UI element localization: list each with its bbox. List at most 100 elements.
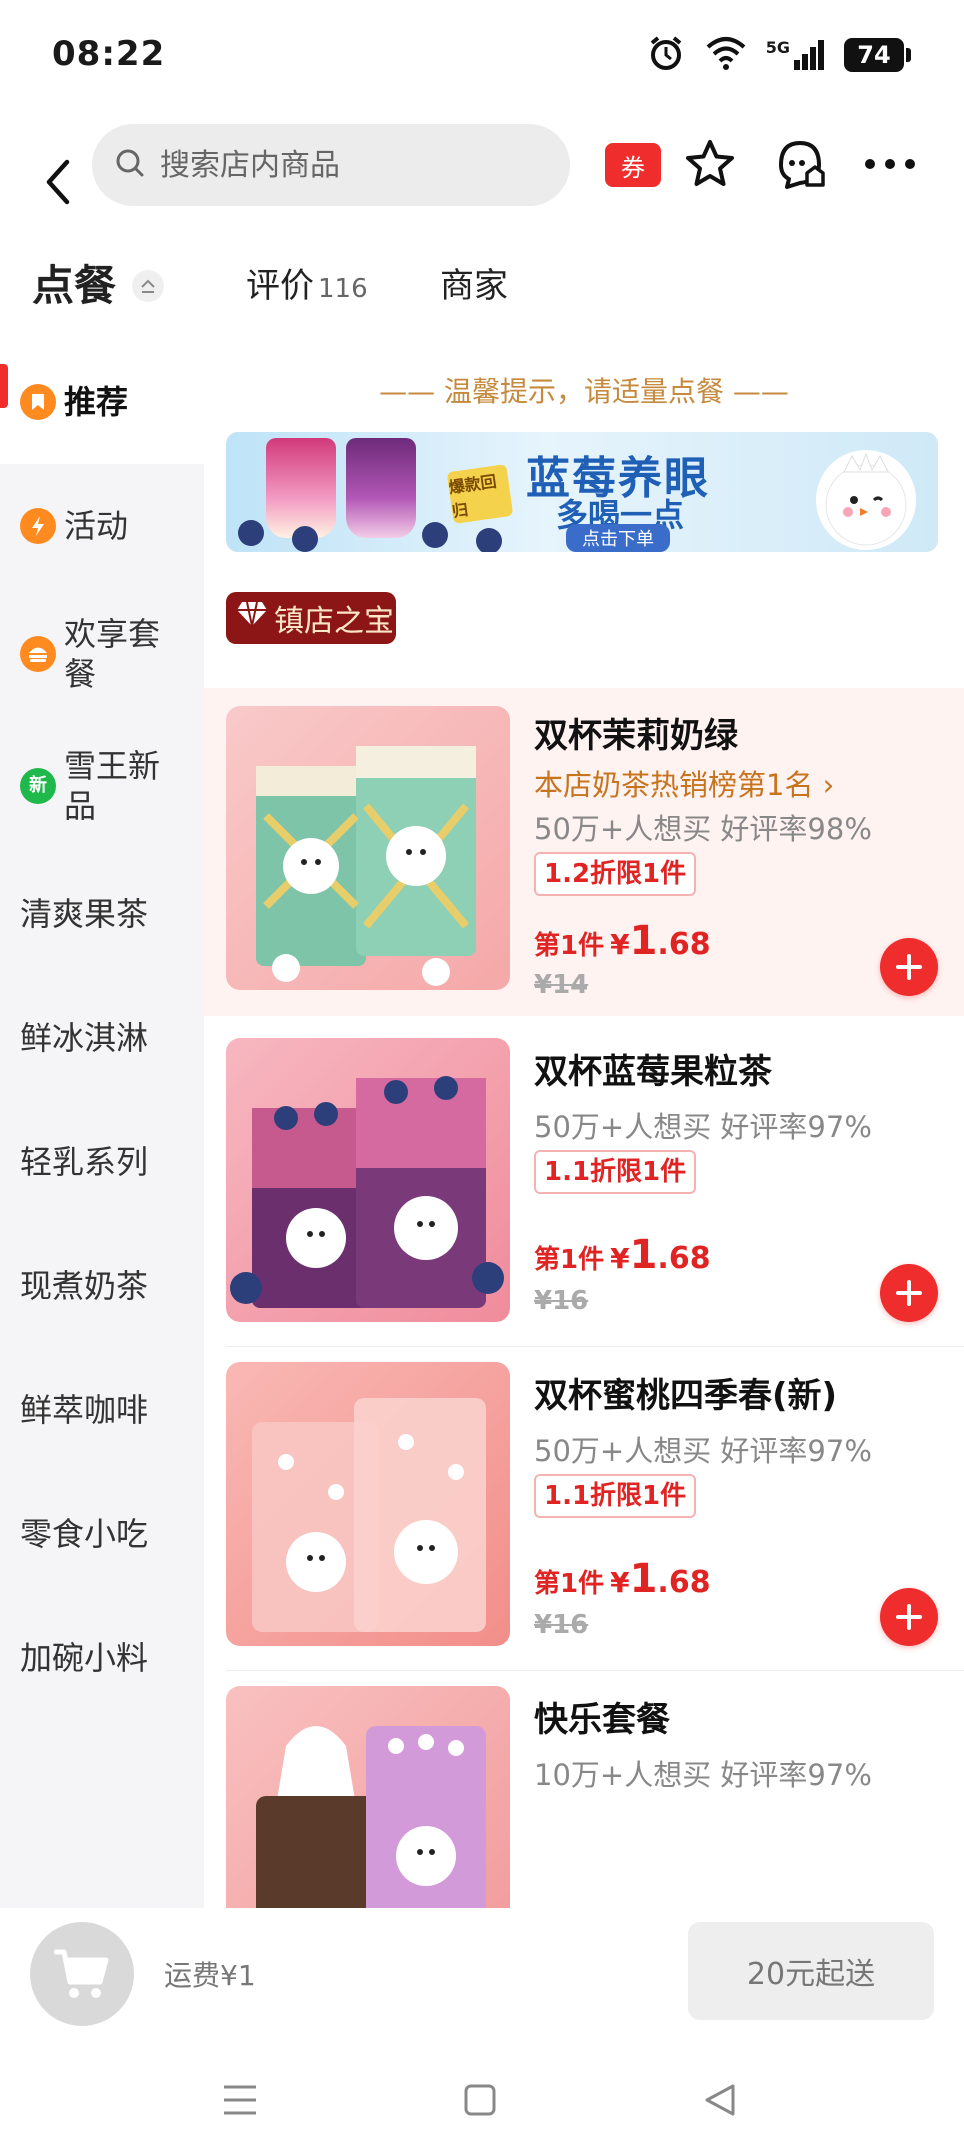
product-image[interactable]	[226, 706, 510, 990]
price-integer: 1	[629, 1556, 658, 1602]
blueberry-decoration	[476, 528, 502, 552]
product-stats: 50万+人想买 好评率98%	[534, 812, 872, 846]
price-prefix: 第1件	[534, 1569, 605, 1599]
search-bar[interactable]	[92, 124, 570, 206]
more-dots-icon	[865, 159, 915, 169]
add-to-cart-button[interactable]	[880, 1264, 938, 1322]
discount-badge: 1.1折限1件	[534, 1474, 697, 1518]
home-button[interactable]	[450, 2070, 510, 2130]
star-icon	[686, 140, 734, 186]
tab-merchant[interactable]: 商家	[440, 258, 508, 307]
product-price: 第1件 ¥ 1 .68	[534, 1556, 711, 1602]
menu-button[interactable]	[210, 2070, 270, 2130]
product-price: 第1件 ¥ 1 .68	[534, 1232, 711, 1278]
product-card[interactable]: 双杯蓝莓果粒茶 50万+人想买 好评率97% 1.1折限1件 第1件 ¥ 1 .…	[204, 1028, 964, 1348]
status-icons: 5G 74	[646, 30, 911, 80]
sidebar-item-snacks[interactable]: 零食小吃	[0, 1472, 204, 1596]
price-currency: ¥	[610, 1566, 630, 1599]
blueberry-decoration	[292, 526, 318, 552]
blueberry-decoration	[422, 522, 448, 548]
sidebar-item-label: 雪王新品	[64, 747, 161, 825]
product-stats: 10万+人想买 好评率97%	[534, 1758, 872, 1792]
battery-icon: 74	[844, 38, 911, 72]
product-card[interactable]: 双杯茉莉奶绿 本店奶茶热销榜第1名 › 50万+人想买 好评率98% 1.2折限…	[204, 688, 964, 1016]
chevron-left-icon	[46, 159, 70, 205]
sidebar-item-combo[interactable]: 欢享套餐	[0, 588, 204, 720]
tab-reviews[interactable]: 评价 116	[246, 258, 368, 307]
burger-icon	[20, 636, 56, 672]
system-back-button[interactable]	[690, 2070, 750, 2130]
sidebar-item-label: 活动	[64, 507, 129, 545]
new-badge-icon: 新	[20, 768, 56, 804]
status-time: 08:22	[52, 34, 166, 74]
banner-cup-image	[346, 438, 416, 538]
search-input[interactable]	[160, 147, 520, 183]
sidebar-item-coffee[interactable]: 鲜萃咖啡	[0, 1348, 204, 1472]
divider	[226, 1670, 964, 1671]
top-nav: 券	[0, 120, 964, 246]
price-currency: ¥	[610, 1242, 630, 1275]
discount-badge: 1.1折限1件	[534, 1150, 697, 1194]
plus-icon	[896, 954, 922, 980]
promo-banner[interactable]: 爆款回归 蓝莓养眼 多喝一点 点击下单	[226, 432, 938, 552]
cart-bar: 运费¥1 20元起送	[0, 1908, 964, 2038]
signal-5g-icon: 5G	[766, 38, 826, 72]
collapse-button[interactable]	[132, 270, 164, 302]
square-icon	[464, 2084, 496, 2116]
customer-service-button[interactable]	[770, 134, 830, 194]
sidebar-item-milk-tea[interactable]: 现煮奶茶	[0, 1224, 204, 1348]
category-sidebar: 推荐 活动 欢享套餐 新 雪王新品 清爽果茶 鲜冰淇淋 轻乳系列 现煮奶茶 鲜萃…	[0, 340, 204, 1908]
coupon-button[interactable]: 券	[605, 143, 661, 187]
more-button[interactable]	[860, 134, 920, 194]
sidebar-item-new[interactable]: 新 雪王新品	[0, 720, 204, 852]
add-to-cart-button[interactable]	[880, 938, 938, 996]
section-tag-label: 镇店之宝	[274, 604, 394, 639]
price-currency: ¥	[610, 928, 630, 961]
product-name: 快乐套餐	[534, 1700, 670, 1740]
sidebar-item-activity[interactable]: 活动	[0, 464, 204, 588]
product-name: 双杯蓝莓果粒茶	[534, 1052, 772, 1092]
product-name: 双杯茉莉奶绿	[534, 716, 738, 756]
alarm-icon	[646, 33, 686, 77]
product-image[interactable]	[226, 1362, 510, 1646]
system-nav-bar	[0, 2040, 964, 2152]
discount-badge: 1.2折限1件	[534, 852, 697, 896]
price-prefix: 第1件	[534, 1245, 605, 1275]
favorite-button[interactable]	[680, 134, 740, 194]
triangle-back-icon	[705, 2084, 735, 2116]
sidebar-item-fruit-tea[interactable]: 清爽果茶	[0, 852, 204, 976]
sidebar-item-toppings[interactable]: 加碗小料	[0, 1596, 204, 1720]
product-card[interactable]: 双杯蜜桃四季春(新) 50万+人想买 好评率97% 1.1折限1件 第1件 ¥ …	[204, 1352, 964, 1672]
original-price: ¥14	[534, 970, 589, 1000]
cart-button[interactable]	[30, 1922, 134, 2026]
bookmark-icon	[20, 384, 56, 420]
banner-tag: 爆款回归	[446, 464, 514, 524]
product-stats: 50万+人想买 好评率97%	[534, 1110, 872, 1144]
product-list[interactable]: —— 温馨提示，请适量点餐 —— 爆款回归 蓝莓养眼 多喝一点 点击下单 镇店之…	[204, 340, 964, 1908]
shopping-cart-icon	[54, 1949, 109, 1998]
price-prefix: 第1件	[534, 931, 605, 961]
lightning-icon	[20, 508, 56, 544]
product-image[interactable]	[226, 1686, 510, 1908]
product-rank-link[interactable]: 本店奶茶热销榜第1名 ›	[534, 762, 834, 804]
blueberry-decoration	[238, 520, 264, 546]
review-count: 116	[318, 274, 368, 304]
product-image[interactable]	[226, 1038, 510, 1322]
sidebar-item-recommend[interactable]: 推荐	[0, 340, 204, 464]
product-card[interactable]: 快乐套餐 10万+人想买 好评率97%	[204, 1676, 964, 1908]
min-order-button[interactable]: 20元起送	[688, 1922, 934, 2020]
product-stats: 50万+人想买 好评率97%	[534, 1434, 872, 1468]
tab-order[interactable]: 点餐	[32, 252, 116, 313]
menu-lines-icon	[224, 2085, 256, 2115]
divider	[226, 1346, 964, 1347]
price-decimal: .68	[657, 1565, 711, 1600]
sidebar-item-label: 欢享套餐	[64, 615, 161, 693]
search-icon	[114, 147, 146, 183]
add-to-cart-button[interactable]	[880, 1588, 938, 1646]
section-tag-signature: 镇店之宝	[226, 592, 396, 644]
back-button[interactable]	[28, 140, 88, 224]
network-type: 5G	[765, 38, 790, 57]
banner-cta-button[interactable]: 点击下单	[566, 524, 670, 552]
sidebar-item-light-milk[interactable]: 轻乳系列	[0, 1100, 204, 1224]
sidebar-item-ice-cream[interactable]: 鲜冰淇淋	[0, 976, 204, 1100]
